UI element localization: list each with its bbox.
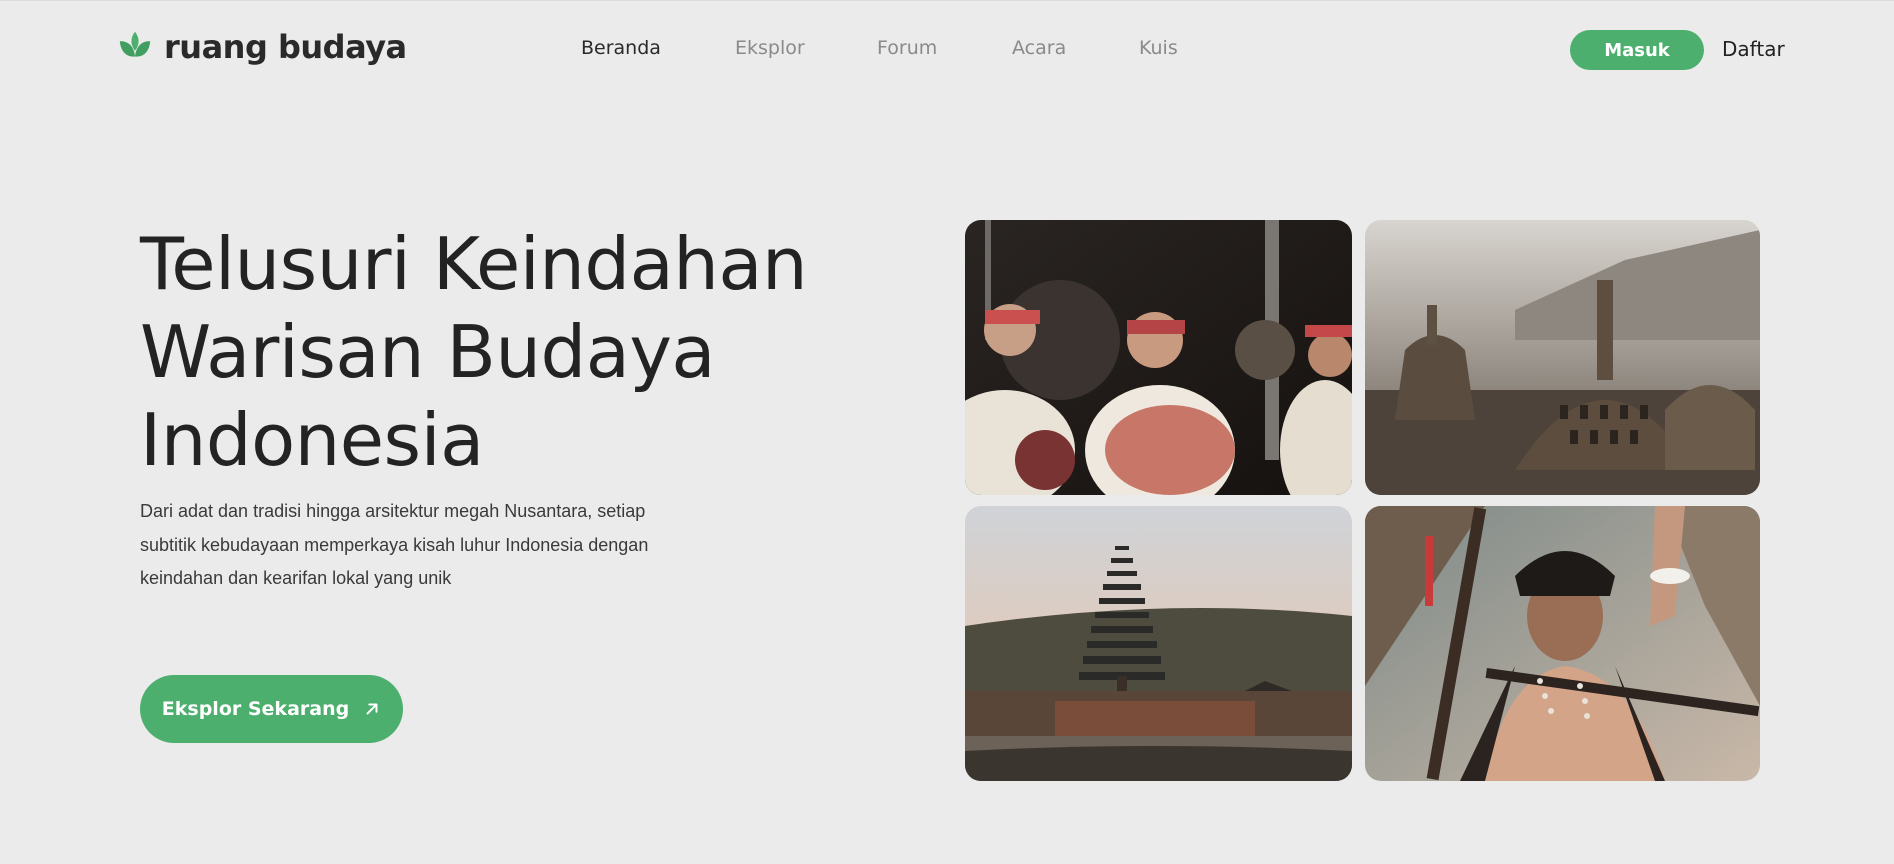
hero-title: Telusuri Keindahan Warisan Budaya Indone…	[140, 220, 820, 484]
brand-name: ruang budaya	[164, 28, 407, 66]
gallery-image-gamelan-musicians[interactable]	[965, 220, 1352, 495]
top-border	[0, 0, 1894, 1]
nav-item-forum[interactable]: Forum	[877, 37, 937, 59]
explore-now-label: Eksplor Sekarang	[161, 698, 350, 720]
hero-title-line: Warisan Budaya	[140, 310, 716, 394]
gallery-image-traditional-warrior[interactable]	[1365, 506, 1760, 781]
nav-item-acara[interactable]: Acara	[1012, 37, 1066, 59]
gallery-image-ulun-danu-temple[interactable]	[965, 506, 1352, 781]
hero-title-line: Telusuri Keindahan	[140, 222, 808, 306]
hero-title-line: Indonesia	[140, 398, 484, 482]
nav-item-kuis[interactable]: Kuis	[1139, 37, 1178, 59]
brand-logo[interactable]: ruang budaya	[116, 28, 407, 66]
login-button[interactable]: Masuk	[1570, 30, 1704, 70]
register-link[interactable]: Daftar	[1722, 37, 1785, 61]
nav-item-eksplor[interactable]: Eksplor	[735, 37, 805, 59]
hero-description: Dari adat dan tradisi hingga arsitektur …	[140, 501, 649, 588]
arrow-up-right-icon	[366, 703, 378, 715]
lotus-leaf-icon	[119, 31, 151, 57]
gallery-image-borobudur-stupas[interactable]	[1365, 220, 1760, 495]
explore-now-button[interactable]: Eksplor Sekarang	[140, 675, 403, 743]
nav-item-beranda[interactable]: Beranda	[581, 37, 661, 59]
